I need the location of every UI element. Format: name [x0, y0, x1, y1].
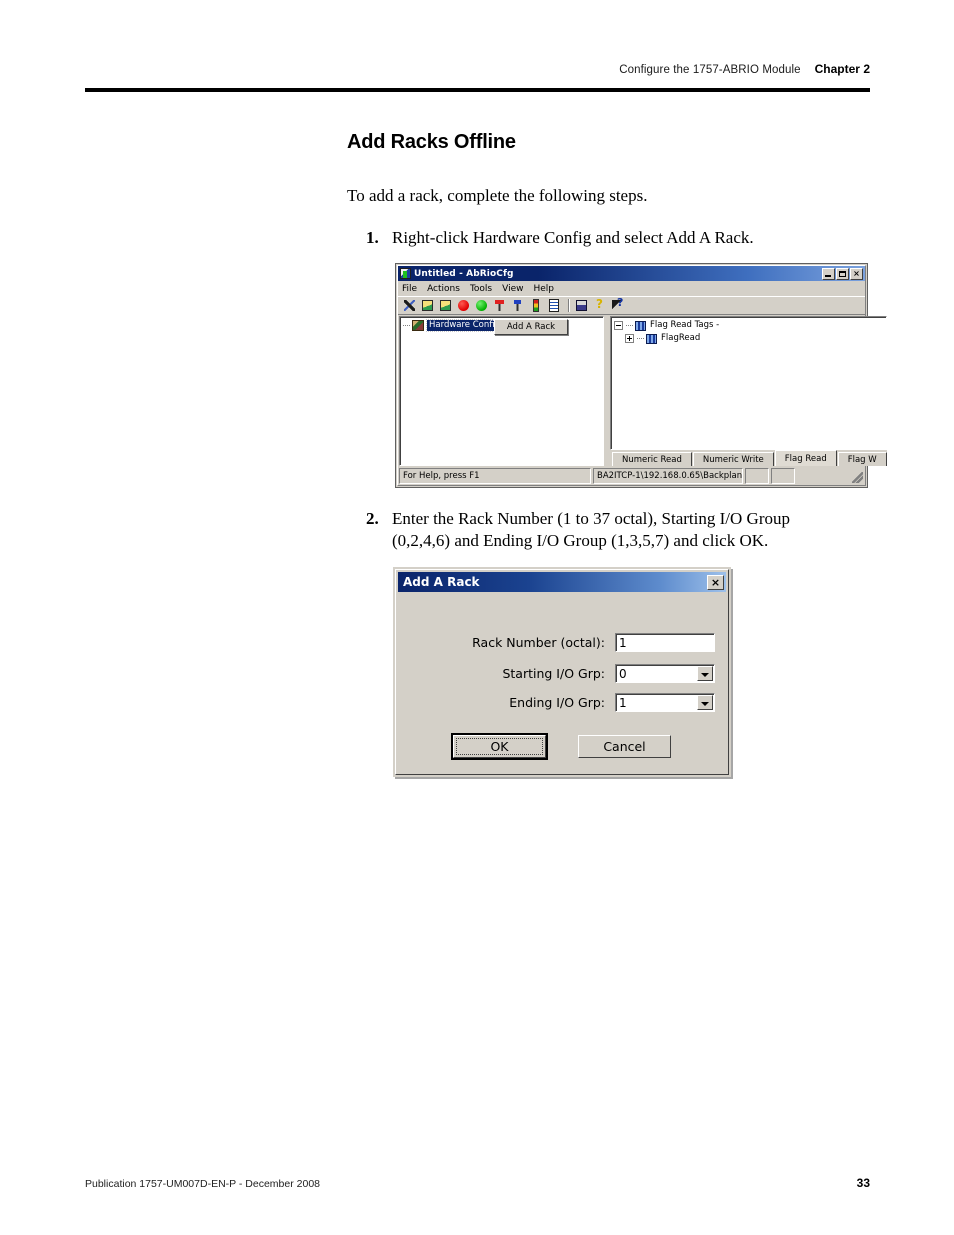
step-item: 2. Enter the Rack Number (1 to 37 octal)… [366, 508, 836, 553]
rack-number-input[interactable]: 1 [615, 633, 715, 652]
dialog-titlebar[interactable]: Add A Rack × [398, 572, 726, 592]
toolbar [398, 296, 865, 315]
collapse-icon[interactable] [614, 321, 623, 330]
rack-number-label: Rack Number (octal): [472, 635, 605, 650]
window-title: Untitled - AbRioCfg [414, 268, 514, 279]
intro-paragraph: To add a rack, complete the following st… [347, 186, 648, 205]
header-title: Configure the 1757-ABRIO Module [619, 64, 801, 76]
add-a-rack-dialog: Add A Rack × Rack Number (octal): 1 Star… [393, 567, 731, 777]
step-number: 2. [366, 509, 379, 528]
ending-io-grp-label: Ending I/O Grp: [509, 695, 605, 710]
context-menu-item-label: Add A Rack [506, 322, 556, 332]
status-indicator-1 [745, 468, 769, 484]
starting-io-grp-select[interactable]: 0 [615, 664, 715, 683]
page-footer: Publication 1757-UM007D-EN-P - December … [85, 1176, 870, 1190]
window-controls: × [822, 267, 864, 280]
menubar: File Actions Tools View Help [398, 282, 865, 296]
tags-pane: Flag Read Tags - FlagRead Numeric Read N… [610, 316, 887, 466]
context-menu-add-a-rack[interactable]: Add A Rack [494, 319, 568, 335]
publication-info: Publication 1757-UM007D-EN-P - December … [85, 1178, 321, 1190]
close-icon[interactable]: × [850, 267, 863, 280]
step-number: 1. [366, 228, 379, 247]
report-page-icon[interactable] [546, 298, 562, 313]
client-area: Hardware Config Add A Rack Flag Read Tag… [399, 316, 887, 466]
menu-tools[interactable]: Tools [470, 284, 492, 294]
tree-line [637, 337, 644, 340]
tree-row[interactable]: FlagRead [611, 332, 886, 345]
dialog-buttons: OK Cancel [398, 733, 726, 760]
tree-node-hardware-config[interactable]: Hardware Config [425, 319, 504, 332]
page-title: Add Racks Offline [347, 131, 516, 153]
download-config-icon[interactable] [420, 298, 436, 313]
tab-numeric-write[interactable]: Numeric Write [692, 452, 774, 466]
resize-grip-icon[interactable] [797, 468, 864, 484]
close-icon[interactable]: × [707, 574, 724, 590]
tree-line [403, 324, 410, 327]
menu-view[interactable]: View [502, 284, 523, 294]
menu-actions[interactable]: Actions [427, 284, 460, 294]
upload-config-icon[interactable] [438, 298, 454, 313]
field-row-starting-io-grp: Starting I/O Grp: 0 [398, 664, 726, 683]
expand-icon[interactable] [625, 334, 634, 343]
tags-tree: Flag Read Tags - FlagRead [610, 316, 887, 450]
hardware-config-icon [412, 320, 424, 331]
ending-io-grp-select[interactable]: 1 [615, 693, 715, 712]
tab-flag-read[interactable]: Flag Read [774, 450, 837, 466]
tabstrip: Numeric Read Numeric Write Flag Read Fla… [610, 450, 887, 466]
stop-red-icon[interactable] [456, 298, 472, 313]
tree-row[interactable]: Flag Read Tags - [611, 319, 886, 332]
tree-line [626, 324, 633, 327]
dialog-title: Add A Rack [403, 575, 480, 589]
save-icon[interactable] [574, 298, 590, 313]
ending-io-grp-value: 1 [619, 695, 627, 710]
dialog-form: Rack Number (octal): 1 Starting I/O Grp:… [398, 597, 726, 772]
header-rule [85, 88, 870, 92]
starting-io-grp-value: 0 [619, 666, 627, 681]
page-number: 33 [856, 1176, 870, 1190]
menu-file[interactable]: File [402, 284, 417, 294]
maximize-icon[interactable] [836, 267, 849, 280]
status-connection-path: BA2ITCP-1\192.168.0.65\Backplane\2 [593, 468, 743, 484]
status-help-text: For Help, press F1 [399, 468, 591, 484]
context-help-icon[interactable] [610, 296, 626, 313]
starting-io-grp-label: Starting I/O Grp: [502, 666, 605, 681]
ok-button[interactable]: OK [451, 733, 548, 760]
tab-flag-write[interactable]: Flag W [837, 452, 887, 466]
tree-node-flag-read-tags[interactable]: Flag Read Tags - [650, 321, 719, 330]
minimize-icon[interactable] [822, 267, 835, 280]
chevron-down-icon[interactable] [697, 695, 713, 710]
run-green-icon[interactable] [474, 298, 490, 313]
field-row-rack-number: Rack Number (octal): 1 [398, 633, 726, 652]
step-text: Enter the Rack Number (1 to 37 octal), S… [392, 509, 790, 551]
disconnect-red-icon[interactable] [492, 298, 508, 313]
chevron-down-icon[interactable] [697, 666, 713, 681]
connect-blue-icon[interactable] [510, 298, 526, 313]
traffic-light-icon[interactable] [528, 298, 544, 313]
menu-help[interactable]: Help [533, 284, 554, 294]
field-row-ending-io-grp: Ending I/O Grp: 1 [398, 693, 726, 712]
system-menu-icon[interactable] [400, 268, 411, 279]
step-item: 1. Right-click Hardware Config and selec… [366, 227, 836, 249]
abriocfg-window: Untitled - AbRioCfg × File Actions Tools… [395, 263, 887, 488]
hardware-config-pane: Hardware Config Add A Rack [399, 316, 604, 466]
tab-numeric-read[interactable]: Numeric Read [612, 452, 692, 466]
wrench-icon[interactable] [402, 298, 418, 313]
status-indicator-2 [771, 468, 795, 484]
about-question-icon[interactable] [592, 297, 608, 313]
header-chapter: Chapter 2 [814, 62, 870, 76]
toolbar-separator [568, 299, 570, 312]
tree-node-flagread[interactable]: FlagRead [661, 334, 700, 343]
window-titlebar[interactable]: Untitled - AbRioCfg × [398, 266, 865, 281]
cancel-button[interactable]: Cancel [578, 735, 671, 758]
step-text: Right-click Hardware Config and select A… [392, 228, 754, 247]
tag-folder-icon [635, 320, 646, 331]
page-header: Configure the 1757-ABRIO Module Chapter … [85, 62, 870, 76]
statusbar: For Help, press F1 BA2ITCP-1\192.168.0.6… [399, 468, 864, 484]
tag-folder-icon [646, 333, 657, 344]
